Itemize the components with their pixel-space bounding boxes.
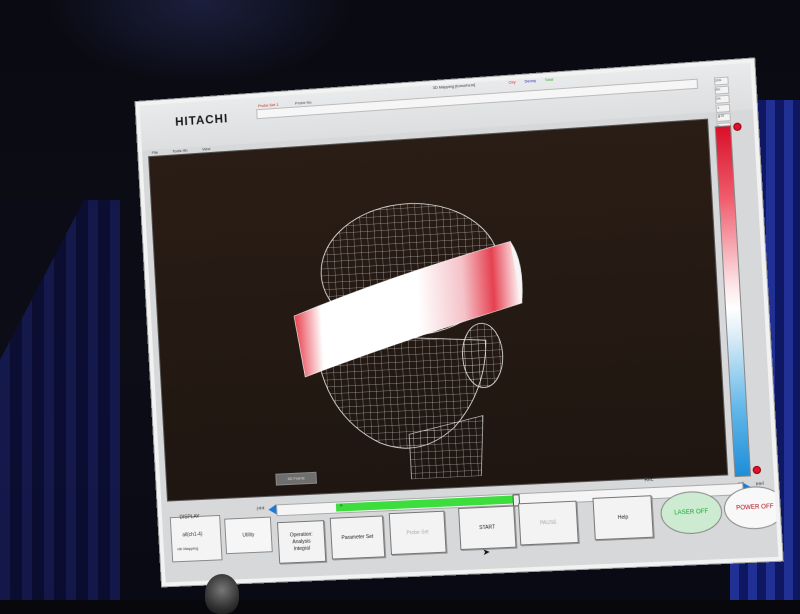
cursor-arrow-icon: ➤ xyxy=(482,546,491,558)
scale-mark-list: 10% 5% 1% -1 -5 0 xyxy=(713,76,732,132)
legend-oxy: Oxy xyxy=(508,79,516,85)
skip-start-icon[interactable]: ⏮ xyxy=(256,503,264,514)
pause-button[interactable]: PAUSE xyxy=(517,500,579,546)
probe-set-button[interactable]: Probe Set xyxy=(388,510,447,556)
help-button[interactable]: Help xyxy=(592,495,654,541)
parameter-set-button[interactable]: Parameter Set xyxy=(329,515,386,560)
all-channels-button[interactable]: all(ch1-4) xyxy=(182,532,202,539)
projection-screen: HITACHI Probe Set 1 Probe No 3D Mapping … xyxy=(135,58,783,587)
rec-label: Rec xyxy=(644,476,654,484)
start-button[interactable]: START xyxy=(458,505,517,551)
colorbar-max-value: 0.05 xyxy=(718,113,725,118)
display-panel xyxy=(169,514,223,563)
head-wireframe-model xyxy=(248,171,562,486)
view-label[interactable]: 3D Frame xyxy=(275,471,318,486)
scale-mark[interactable]: 1% xyxy=(714,94,730,104)
display-label: DISPLAY xyxy=(179,513,200,521)
operation-button[interactable]: Operation: Analysis Integral xyxy=(276,520,327,564)
legend-deoxy: Deoxy xyxy=(524,77,537,84)
menu-view[interactable]: View xyxy=(202,146,211,151)
hb-mapping-button[interactable]: Hb Mapping xyxy=(177,546,198,552)
colorbar-max-handle[interactable] xyxy=(733,122,742,132)
scale-mark[interactable]: 10% xyxy=(713,76,729,86)
presenter-head xyxy=(205,574,239,614)
menu-file[interactable]: File xyxy=(152,150,158,155)
legend-total: Total xyxy=(544,76,554,83)
timeline-marker: A xyxy=(339,502,343,508)
integral-label: Integral xyxy=(293,545,311,552)
utility-button[interactable]: Utility xyxy=(224,516,273,555)
scale-mark[interactable]: -1 xyxy=(715,103,731,113)
scale-mark[interactable]: 5% xyxy=(714,85,730,95)
laser-off-button[interactable]: LASER OFF xyxy=(659,489,724,536)
colorbar-min-handle[interactable] xyxy=(752,465,762,475)
3d-viewport[interactable]: 3D Frame xyxy=(148,118,729,502)
